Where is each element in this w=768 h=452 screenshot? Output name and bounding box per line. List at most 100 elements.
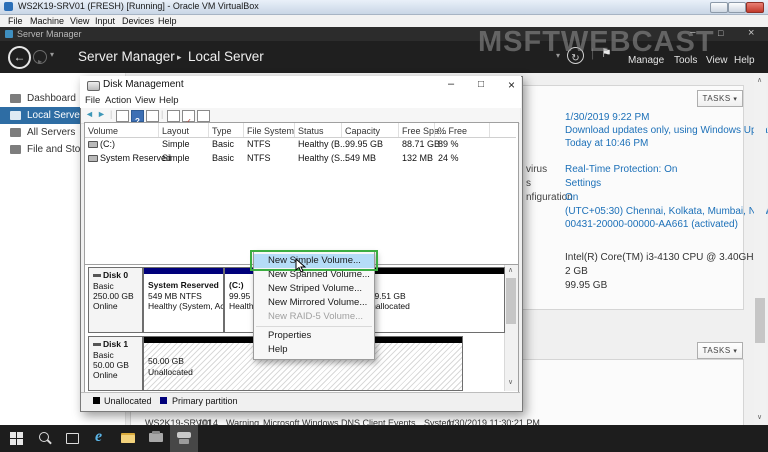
value-ie-config[interactable]: On (565, 192, 578, 203)
action-pane-icon[interactable] (167, 110, 180, 122)
dm-close-button[interactable]: × (508, 78, 515, 92)
window-view-icon[interactable] (197, 110, 210, 122)
task-view-button[interactable] (58, 425, 86, 452)
properties-view-icon[interactable] (146, 110, 159, 122)
back-button[interactable]: ← (8, 46, 31, 69)
dm-menu-action[interactable]: Action (105, 95, 131, 106)
volume-row-c[interactable]: (C:) Simple Basic NTFS Healthy (B... 99.… (85, 137, 516, 151)
file-explorer-button[interactable] (114, 425, 142, 452)
vbox-menu-machine[interactable]: Machine (30, 16, 64, 26)
nav-forward-icon[interactable]: ► (97, 109, 106, 119)
vbox-menu-help[interactable]: Help (158, 16, 177, 26)
dm-minimize-button[interactable]: – (448, 78, 454, 90)
internet-explorer-icon: e (95, 428, 103, 445)
menu-item-new-striped-volume[interactable]: New Striped Volume... (254, 282, 374, 296)
disk-view-scroll-down-icon[interactable]: ∨ (508, 378, 513, 386)
vbox-menu-input[interactable]: Input (95, 16, 115, 26)
nav-dropdown-icon[interactable]: ▾ (50, 50, 54, 59)
server-manager-title: Server Manager (17, 29, 82, 39)
value-disk-space: 99.95 GB (565, 280, 608, 291)
events-tasks-button[interactable]: TASKS ▾ (697, 342, 743, 359)
disk1-label-panel[interactable]: Disk 1 Basic 50.00 GB Online (88, 336, 143, 391)
tasks-caret-icon: ▾ (733, 96, 738, 103)
value-feedback[interactable]: Settings (565, 178, 601, 189)
vbox-maximize-button[interactable] (728, 2, 746, 13)
disk-view-scrollbar[interactable]: ∧ ∨ (504, 265, 518, 391)
vbox-close-button[interactable] (746, 2, 764, 13)
value-last-update-check[interactable]: 1/30/2019 9:22 PM (565, 112, 650, 123)
content-scroll-down-icon[interactable]: ∨ (757, 413, 762, 421)
breadcrumb-root[interactable]: Server Manager (78, 49, 175, 64)
content-scroll-up-icon[interactable]: ∧ (757, 76, 762, 84)
value-last-installed[interactable]: Today at 10:46 PM (565, 138, 648, 149)
show-hide-console-tree-icon[interactable] (116, 110, 129, 122)
server-manager-app-icon (5, 30, 13, 38)
toolbar-separator: | (110, 109, 113, 119)
col-status[interactable]: Status (298, 126, 324, 136)
taskbar: e (0, 425, 768, 452)
col-filesystem[interactable]: File System (247, 126, 294, 136)
disk-management-titlebar[interactable]: Disk Management – □ × (80, 76, 521, 94)
server-manager-taskbar-button[interactable] (142, 425, 170, 452)
start-button[interactable] (2, 425, 30, 452)
value-timezone[interactable]: (UTC+05:30) Chennai, Kolkata, Mumbai, Ne… (565, 206, 768, 217)
toolbar-separator-2: | (161, 109, 164, 119)
disk0-label-panel[interactable]: Disk 0 Basic 250.00 GB Online (88, 267, 143, 333)
check-disk-icon[interactable]: ✓ (182, 110, 195, 126)
col-pctfree[interactable]: % Free (438, 126, 467, 136)
mouse-cursor (295, 258, 307, 273)
value-defender[interactable]: Real-Time Protection: On (565, 164, 677, 175)
primary-partition-legend-swatch (160, 397, 167, 404)
forward-arrow-icon: ▸ (37, 57, 42, 66)
virtualbox-app-icon (4, 2, 13, 11)
disk0-unallocated-region[interactable]: 149.51 GB Unallocated (358, 267, 505, 333)
properties-tasks-button[interactable]: TASKS ▾ (697, 90, 743, 107)
dm-menu-view[interactable]: View (135, 95, 155, 106)
disk-management-app-icon (87, 81, 100, 91)
watermark: MSFTWEBCAST (478, 26, 715, 58)
menu-item-properties[interactable]: Properties (254, 329, 374, 343)
value-product-id[interactable]: 00431-20000-00000-AA661 (activated) (565, 219, 738, 230)
menu-separator (256, 326, 372, 327)
highlight-callout-box (250, 250, 378, 271)
partition-system-reserved[interactable]: System Reserved 549 MB NTFS Healthy (Sys… (143, 267, 224, 333)
content-scrollbar-thumb[interactable] (755, 298, 765, 343)
search-icon-handle (47, 439, 52, 445)
help-icon[interactable]: ? (131, 110, 144, 126)
disk-management-menubar: File Action View Help (80, 94, 521, 108)
dm-menu-file[interactable]: File (85, 95, 100, 106)
disk-drive-icon (177, 432, 191, 438)
breadcrumb-current[interactable]: Local Server (188, 49, 264, 64)
volume-list: Volume Layout Type File System Status Ca… (84, 122, 519, 266)
vbox-menu-file[interactable]: File (8, 16, 23, 26)
taskbar-search-button[interactable] (30, 425, 58, 452)
local-server-icon (10, 111, 21, 120)
col-capacity[interactable]: Capacity (345, 126, 380, 136)
vbox-menu-view[interactable]: View (70, 16, 89, 26)
volume-row-system-reserved[interactable]: System Reserved Simple Basic NTFS Health… (85, 151, 516, 165)
disk-management-taskbar-button[interactable] (170, 425, 198, 452)
col-layout[interactable]: Layout (162, 126, 189, 136)
dm-maximize-button[interactable]: □ (478, 79, 484, 90)
disk-view-scrollbar-thumb[interactable] (506, 278, 516, 324)
vbox-menu-devices[interactable]: Devices (122, 16, 154, 26)
file-storage-icon (10, 145, 21, 154)
back-arrow-icon: ← (13, 50, 26, 64)
menu-item-new-mirrored-volume[interactable]: New Mirrored Volume... (254, 296, 374, 310)
vbox-minimize-button[interactable] (710, 2, 728, 13)
col-volume[interactable]: Volume (88, 126, 118, 136)
forward-button[interactable]: ▸ (33, 50, 47, 66)
dm-menu-help[interactable]: Help (159, 95, 179, 106)
nav-back-icon[interactable]: ◄ (85, 109, 94, 119)
menu-item-help[interactable]: Help (254, 343, 374, 357)
disk-icon (93, 274, 101, 277)
internet-explorer-button[interactable]: e (86, 425, 114, 452)
value-windows-update[interactable]: Download updates only, using Windows Upd… (565, 125, 768, 136)
col-type[interactable]: Type (212, 126, 232, 136)
unallocated-legend-swatch (93, 397, 100, 404)
volume-icon (88, 155, 98, 162)
disk-view-scroll-up-icon[interactable]: ∧ (508, 266, 513, 274)
primary-partition-bar (144, 268, 223, 274)
disk-drive-icon-base (179, 439, 189, 444)
content-scrollbar[interactable]: ∧ ∨ (754, 73, 766, 425)
